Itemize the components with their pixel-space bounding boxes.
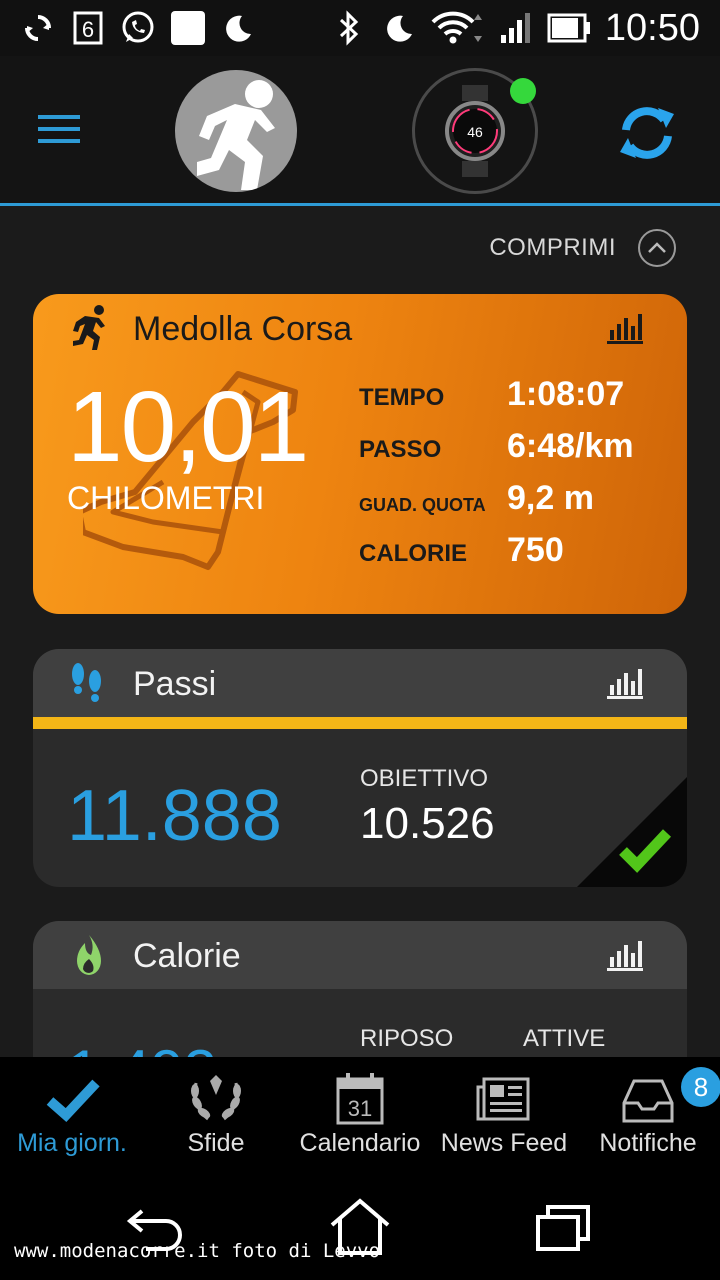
- nav-label: Mia giorn.: [17, 1129, 127, 1157]
- nav-my-day[interactable]: Mia giorn.: [0, 1057, 144, 1177]
- notification-badge: 8: [681, 1067, 720, 1107]
- svg-text:6: 6: [82, 17, 94, 42]
- nav-label: Sfide: [187, 1129, 245, 1157]
- battery-icon: [547, 10, 591, 46]
- steps-card[interactable]: Passi 11.888 OBIETTIVO 10.526: [33, 649, 687, 887]
- stat-label: CALORIE: [359, 540, 467, 567]
- calories-rest-label: RIPOSO: [360, 1025, 454, 1052]
- chevron-up-icon[interactable]: [638, 229, 676, 267]
- nav-label: Notifiche: [599, 1129, 697, 1157]
- steps-title: Passi: [133, 665, 217, 703]
- whatsapp-icon: [120, 10, 156, 46]
- bar-chart-icon[interactable]: [607, 939, 643, 971]
- activity-distance: 10,01: [67, 371, 309, 483]
- steps-goal-value: 10.526: [360, 799, 495, 848]
- stat-value: 6:48/km: [507, 427, 634, 465]
- goal-reached-badge: [577, 777, 687, 887]
- stat-row-time: TEMPO 1:08:07: [359, 370, 669, 422]
- stat-row-calories: CALORIE 750: [359, 526, 669, 578]
- signal-icon: [497, 10, 533, 46]
- collapse-label: COMPRIMI: [489, 234, 616, 261]
- stat-label: PASSO: [359, 436, 442, 463]
- stat-value: 1:08:07: [507, 375, 625, 413]
- stat-value: 750: [507, 531, 564, 569]
- svg-text:46: 46: [467, 124, 483, 140]
- bluetooth-icon: [331, 10, 367, 46]
- collapse-toggle[interactable]: COMPRIMI: [489, 228, 676, 268]
- steps-progress-bar: [33, 717, 687, 729]
- laurel-icon: [186, 1069, 246, 1129]
- nav-calendar[interactable]: 31 Calendario: [288, 1057, 432, 1177]
- wifi-icon: [431, 10, 483, 46]
- stat-row-pace: PASSO 6:48/km: [359, 422, 669, 474]
- sim-6-icon: 6: [70, 10, 106, 46]
- device-connected-indicator: [510, 78, 536, 104]
- footprints-icon: [67, 661, 107, 705]
- hamburger-icon[interactable]: [36, 112, 84, 152]
- steps-card-header: [33, 649, 687, 717]
- nav-label: News Feed: [440, 1129, 568, 1157]
- calories-active-label: ATTIVE: [523, 1025, 606, 1052]
- bar-chart-icon[interactable]: [607, 312, 643, 344]
- steps-goal-label: OBIETTIVO: [360, 765, 489, 792]
- flame-icon: [71, 933, 107, 979]
- app-header: 46: [0, 56, 720, 206]
- stat-label: GUAD. QUOTA: [359, 495, 486, 515]
- nav-news-feed[interactable]: News Feed: [432, 1057, 576, 1177]
- system-nav-bar: [0, 1177, 720, 1280]
- activity-distance-unit: CHILOMETRI: [67, 480, 265, 516]
- sync-icon[interactable]: [614, 100, 680, 166]
- bar-chart-icon[interactable]: [607, 667, 643, 699]
- sync-status-icon: [20, 10, 56, 46]
- activity-stats: TEMPO 1:08:07 PASSO 6:48/km GUAD. QUOTA …: [359, 370, 669, 578]
- status-bar: 6 10:50: [0, 0, 720, 56]
- nav-label: Calendario: [299, 1129, 421, 1157]
- calendar-icon: 31: [330, 1069, 390, 1129]
- calories-title: Calorie: [133, 937, 241, 975]
- nav-challenges[interactable]: Sfide: [144, 1057, 288, 1177]
- moon-icon: [220, 10, 256, 46]
- running-activity-icon: [67, 304, 111, 352]
- moon-icon: [381, 10, 417, 46]
- checkmark-icon: [42, 1069, 102, 1129]
- steps-count: 11.888: [67, 776, 282, 856]
- svg-text:31: 31: [348, 1096, 372, 1121]
- recent-apps-icon[interactable]: [532, 1197, 596, 1257]
- bottom-nav: Mia giorn. Sfide 31 Calendario News Feed…: [0, 1057, 720, 1177]
- calories-card-header: [33, 921, 687, 989]
- status-time: 10:50: [604, 6, 700, 49]
- inbox-icon: [618, 1069, 678, 1129]
- stat-row-elevation: GUAD. QUOTA 9,2 m: [359, 474, 669, 526]
- watermark: www.modenacorre.it foto di Levvo: [14, 1240, 381, 1262]
- activity-card[interactable]: Medolla Corsa 10,01 CHILOMETRI TEMPO 1:0…: [33, 294, 687, 614]
- stat-label: TEMPO: [359, 384, 445, 411]
- activity-title: Medolla Corsa: [133, 310, 353, 348]
- white-square-icon: [170, 10, 206, 46]
- newspaper-icon: [474, 1069, 534, 1129]
- avatar[interactable]: [175, 70, 297, 192]
- stat-value: 9,2 m: [507, 479, 594, 517]
- running-person-icon: [197, 80, 275, 190]
